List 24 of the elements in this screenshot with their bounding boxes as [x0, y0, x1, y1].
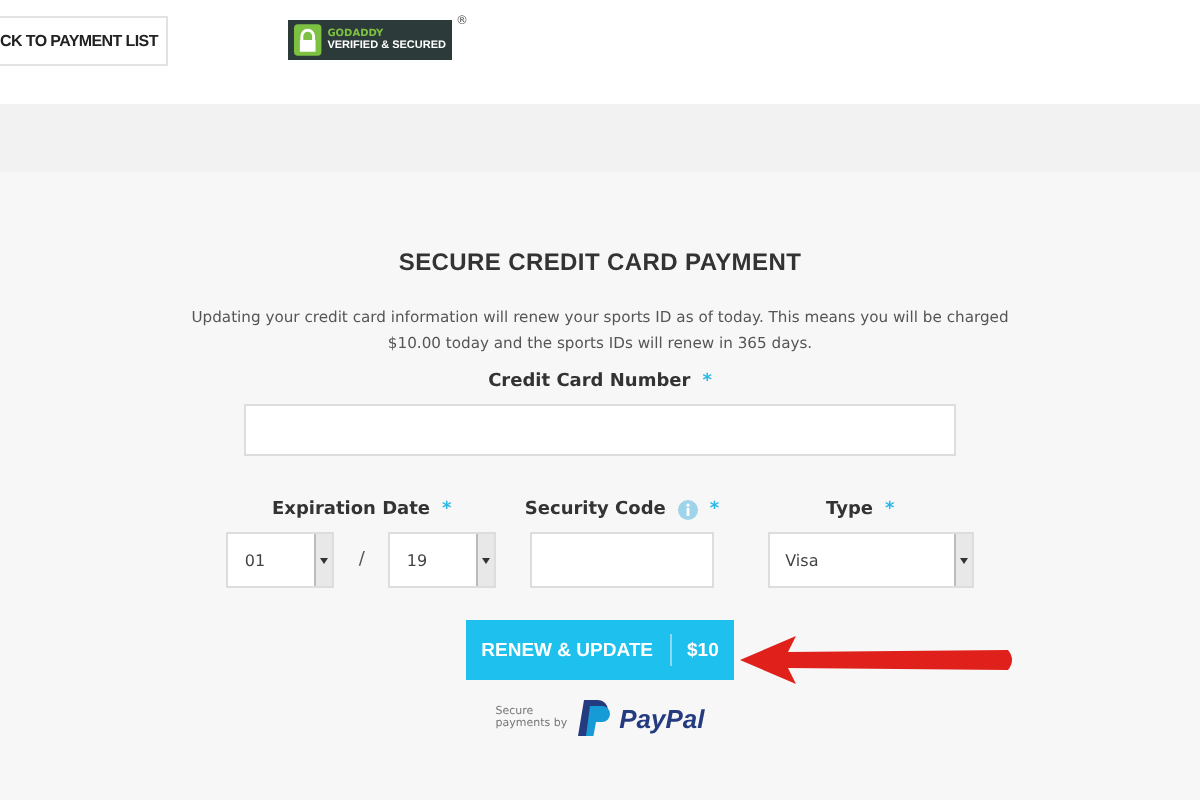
- lock-icon: [294, 24, 322, 56]
- card-type-select[interactable]: Visa: [767, 532, 974, 588]
- paypal-logo-icon: [577, 700, 610, 736]
- info-icon[interactable]: [677, 500, 698, 520]
- field-label: Credit Card Number: [488, 372, 691, 392]
- required-mark: *: [709, 500, 720, 520]
- field-label: Expiration Date: [271, 500, 431, 520]
- required-mark: *: [885, 500, 895, 520]
- form-title: SECURE CREDIT CARD PAYMENT: [398, 248, 802, 276]
- field-label: Type: [826, 500, 873, 520]
- dropdown-caret-icon: [320, 557, 329, 563]
- required-mark: *: [442, 500, 452, 520]
- year-select[interactable]: 19: [388, 532, 497, 588]
- back-to-payment-list-button[interactable]: CK TO PAYMENT LIST: [0, 16, 168, 66]
- card-number-field[interactable]: [244, 404, 956, 456]
- required-mark: *: [702, 372, 712, 392]
- arrow-icon: [736, 634, 1016, 686]
- dropdown-caret-icon: [482, 557, 491, 563]
- security-code-field[interactable]: [530, 532, 715, 588]
- field-label: Security Code: [524, 500, 666, 520]
- paypal-wordmark: PayPal: [619, 703, 705, 733]
- dropdown-caret-icon: [959, 557, 968, 563]
- date-separator: /: [358, 550, 365, 570]
- month-select[interactable]: 01: [226, 532, 335, 588]
